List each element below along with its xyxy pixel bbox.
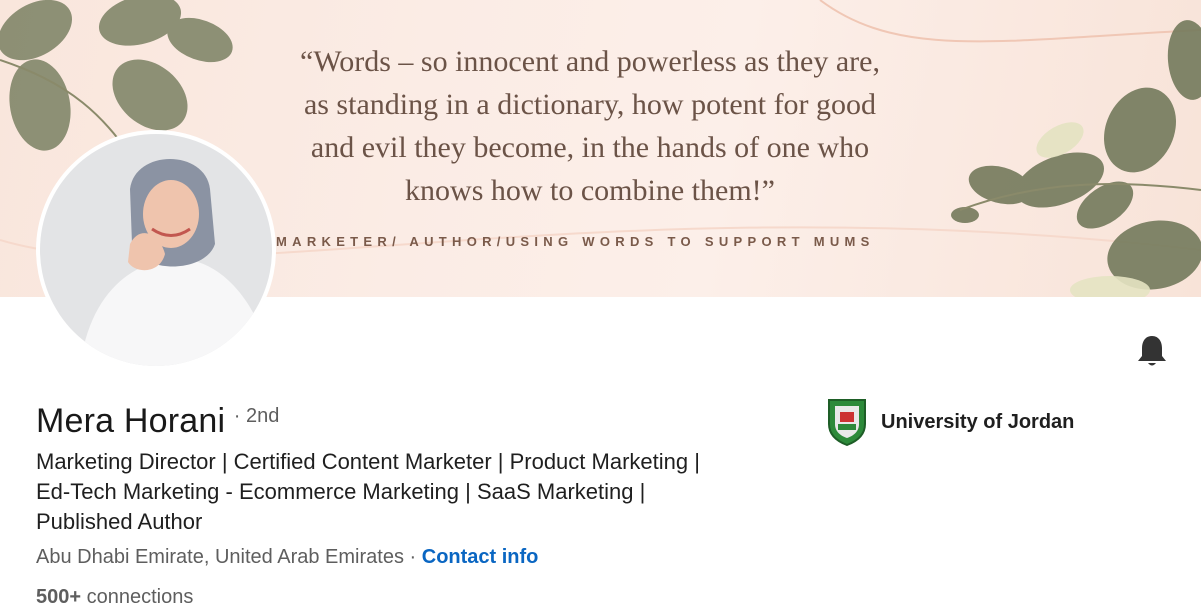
connection-degree: · 2nd (233, 405, 280, 427)
headline-line: Ed-Tech Marketing - Ecommerce Marketing … (36, 479, 646, 504)
profile-photo[interactable] (36, 130, 276, 370)
profile-location: Abu Dhabi Emirate, United Arab Emirates (36, 546, 404, 568)
connections-count[interactable]: 500+ connections (36, 586, 193, 609)
notification-bell-button[interactable] (1134, 333, 1170, 369)
connections-label: connections (86, 586, 194, 608)
quote-line: as standing in a dictionary, how potent … (303, 88, 877, 121)
banner-tagline: MARKETER/ AUTHOR/USING WORDS TO SUPPORT … (276, 234, 875, 249)
profile-name-row: Mera Horani · 2nd (36, 402, 279, 441)
contact-info-link[interactable]: Contact info (422, 546, 539, 568)
school-name: University of Jordan (881, 410, 1075, 433)
separator-dot: · (409, 546, 417, 568)
profile-name: Mera Horani (36, 402, 226, 440)
notification-bell-icon (1138, 336, 1166, 366)
university-crest-icon (828, 399, 866, 446)
quote-line: “Words – so innocent and powerless as th… (300, 45, 880, 78)
education-school-link[interactable]: University of Jordan (827, 398, 1074, 446)
quote-line: knows how to combine them!” (405, 174, 775, 207)
quote-line: and evil they become, in the hands of on… (310, 131, 870, 164)
avatar-image (40, 134, 272, 366)
location-row: Abu Dhabi Emirate, United Arab Emirates … (36, 546, 538, 569)
profile-headline: Marketing Director | Certified Content M… (36, 447, 796, 537)
banner-quote: “Words – so innocent and powerless as th… (230, 40, 950, 212)
connections-number: 500+ (36, 586, 82, 608)
headline-line: Marketing Director | Certified Content M… (36, 449, 700, 474)
headline-line: Published Author (36, 509, 203, 534)
